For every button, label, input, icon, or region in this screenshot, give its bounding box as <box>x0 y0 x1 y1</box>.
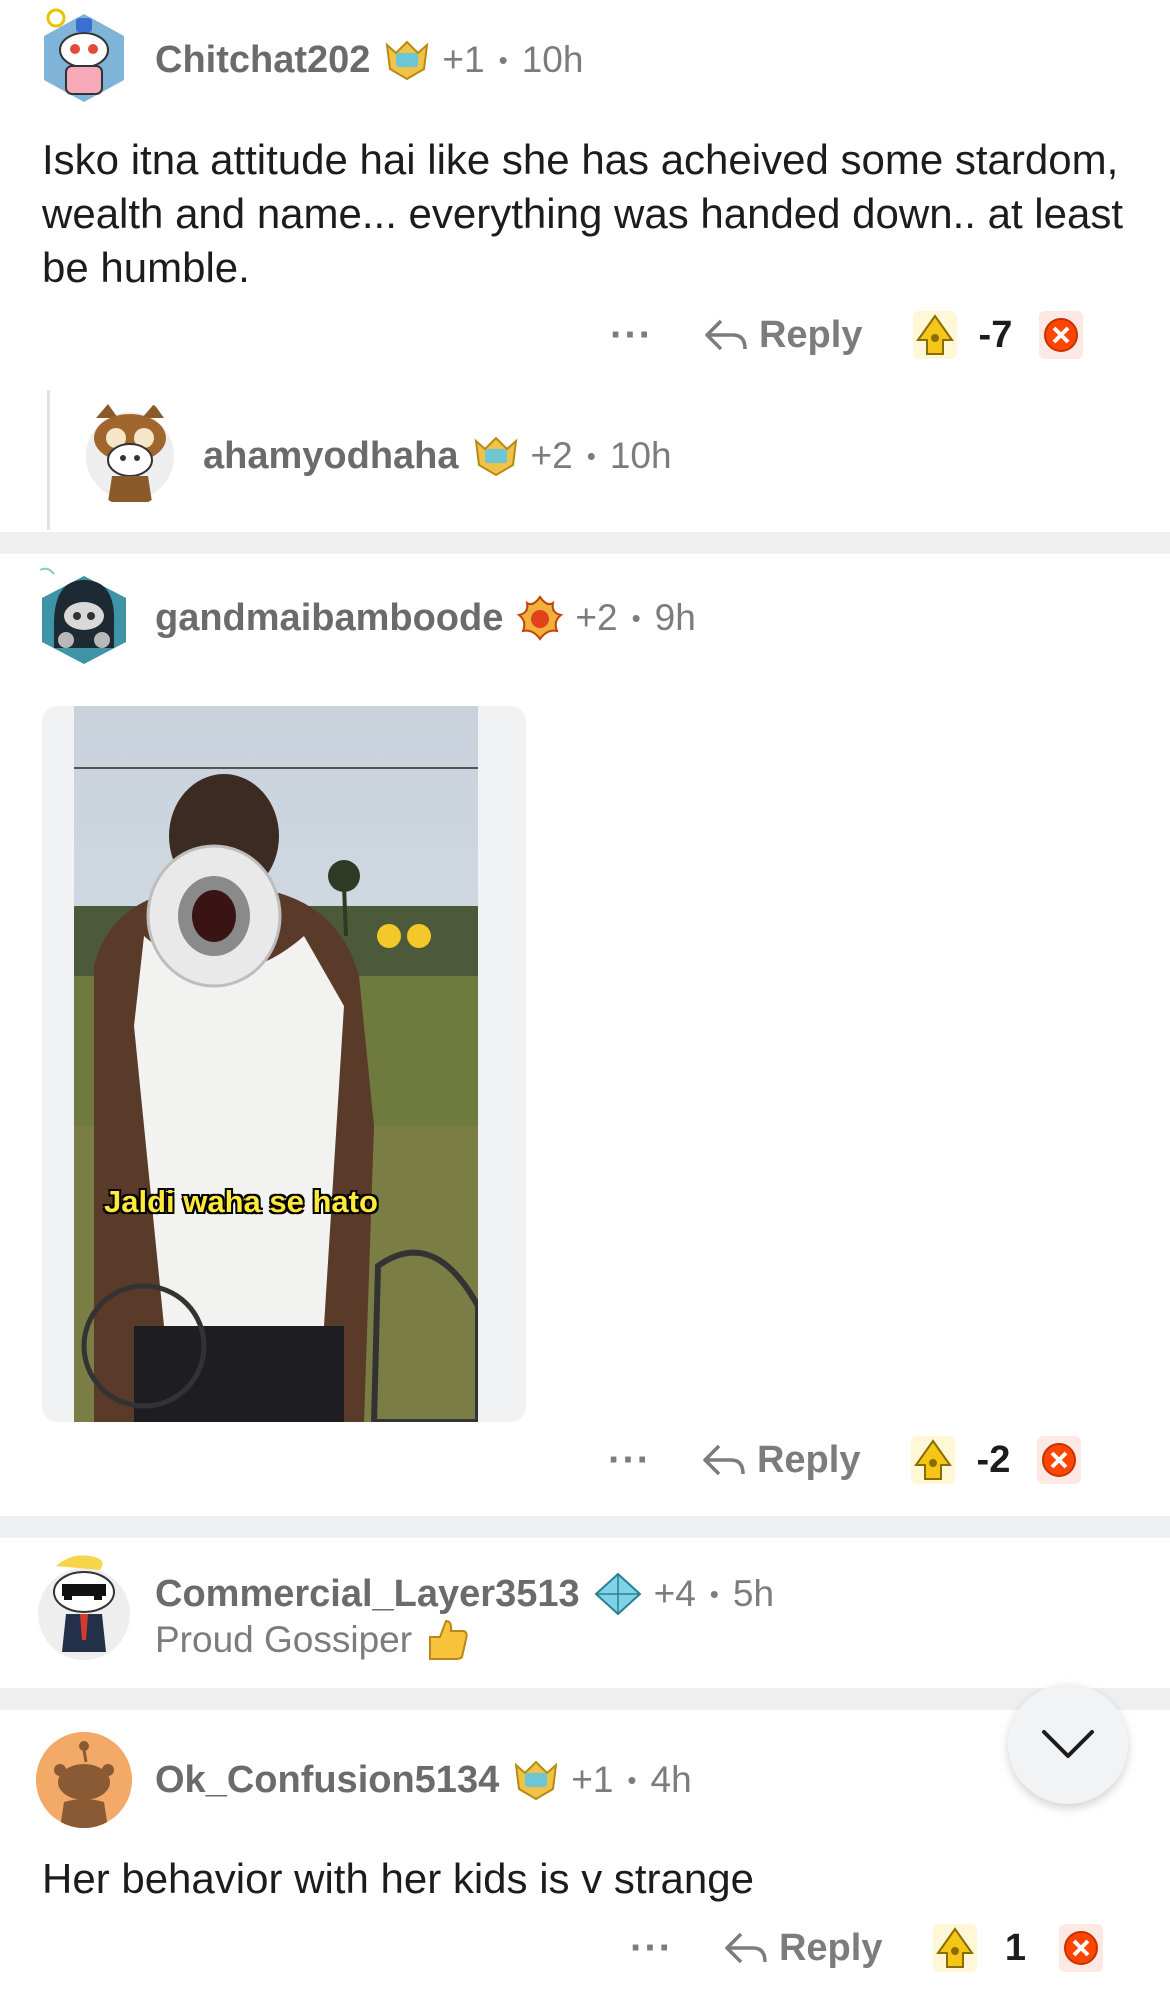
avatar[interactable] <box>36 1732 132 1828</box>
upvote-icon[interactable] <box>910 1435 956 1485</box>
downvote-icon[interactable] <box>1038 310 1084 360</box>
timestamp: 5h <box>732 1573 775 1614</box>
reply-button[interactable]: Reply <box>703 314 862 357</box>
karma: +1 <box>571 1759 614 1800</box>
upvote-icon[interactable] <box>912 310 958 360</box>
comment: ahamyodhaha +2 • 10h <box>60 390 1160 530</box>
more-options-button[interactable]: ··· <box>610 313 653 358</box>
snoo-robot-avatar-icon <box>44 8 124 102</box>
username[interactable]: ahamyodhaha <box>203 435 459 478</box>
crown-shield-badge-icon <box>513 1759 559 1801</box>
timestamp: 4h <box>650 1759 692 1800</box>
reply-label: Reply <box>758 313 863 356</box>
reply-label: Reply <box>778 1926 883 1969</box>
avatar[interactable] <box>82 398 178 506</box>
diamond-badge-icon <box>594 1572 642 1616</box>
gif-image[interactable]: Jaldi waha se hato <box>74 706 478 1422</box>
karma: +1 <box>442 39 485 80</box>
default-snoo-avatar-icon <box>36 1732 132 1828</box>
more-options-button[interactable]: ··· <box>630 1926 673 1971</box>
flame-badge-icon <box>517 595 564 641</box>
username[interactable]: gandmaibamboode <box>155 597 503 640</box>
thumbs-up-emoji-icon <box>424 1617 470 1663</box>
karma: +2 <box>575 597 618 638</box>
username[interactable]: Commercial_Layer3513 <box>155 1573 580 1616</box>
vote-score: 1 <box>1004 1926 1027 1969</box>
comment-body: Isko itna attitude hai like she has ache… <box>42 136 1124 291</box>
timestamp: 10h <box>609 435 672 476</box>
upvote-icon[interactable] <box>932 1923 978 1973</box>
username[interactable]: Chitchat202 <box>155 39 370 82</box>
comment-separator <box>0 532 1170 554</box>
avatar[interactable] <box>36 566 132 666</box>
owl-costume-snoo-avatar-icon <box>86 404 174 502</box>
comment: Commercial_Layer3513 +4 • 5h Proud Gossi… <box>0 1538 1170 1688</box>
reply-arrow-icon <box>701 1440 747 1480</box>
scroll-to-next-comment-button[interactable] <box>1008 1684 1128 1804</box>
thread-line[interactable] <box>47 390 50 530</box>
reply-button[interactable]: Reply <box>701 1439 860 1482</box>
reply-label: Reply <box>756 1438 861 1481</box>
downvote-icon[interactable] <box>1058 1923 1104 1973</box>
reply-arrow-icon <box>703 315 749 355</box>
reply-arrow-icon <box>723 1928 769 1968</box>
karma: +2 <box>530 435 573 476</box>
reply-button[interactable]: Reply <box>723 1927 882 1970</box>
comment-body: Her behavior with her kids is v strange <box>42 1855 754 1902</box>
timestamp: 10h <box>521 39 584 80</box>
sunglasses-snoo-avatar-icon <box>38 1555 130 1660</box>
comment-separator <box>0 1516 1170 1538</box>
vote-score: -2 <box>976 1438 1011 1481</box>
crown-shield-badge-icon <box>473 435 519 477</box>
comment: Ok_Confusion5134 +1 • 4h Her behavior wi… <box>0 1710 1170 1990</box>
username[interactable]: Ok_Confusion5134 <box>155 1759 499 1802</box>
timestamp: 9h <box>654 597 696 638</box>
gif-caption: Jaldi waha se hato <box>104 1184 378 1219</box>
comment-separator <box>0 1688 1170 1710</box>
downvote-icon[interactable] <box>1036 1435 1082 1485</box>
avatar[interactable] <box>34 1548 134 1664</box>
vote-score: -7 <box>978 313 1013 356</box>
karma: +4 <box>653 1573 696 1614</box>
chevron-down-icon <box>1040 1728 1096 1760</box>
hooded-snoo-avatar-icon <box>39 567 126 664</box>
avatar[interactable] <box>36 8 132 104</box>
gif-media-card[interactable]: Jaldi waha se hato <box>42 706 526 1422</box>
crown-shield-badge-icon <box>384 39 430 81</box>
more-options-button[interactable]: ··· <box>608 1438 651 1483</box>
user-flair: Proud Gossiper <box>155 1619 413 1660</box>
